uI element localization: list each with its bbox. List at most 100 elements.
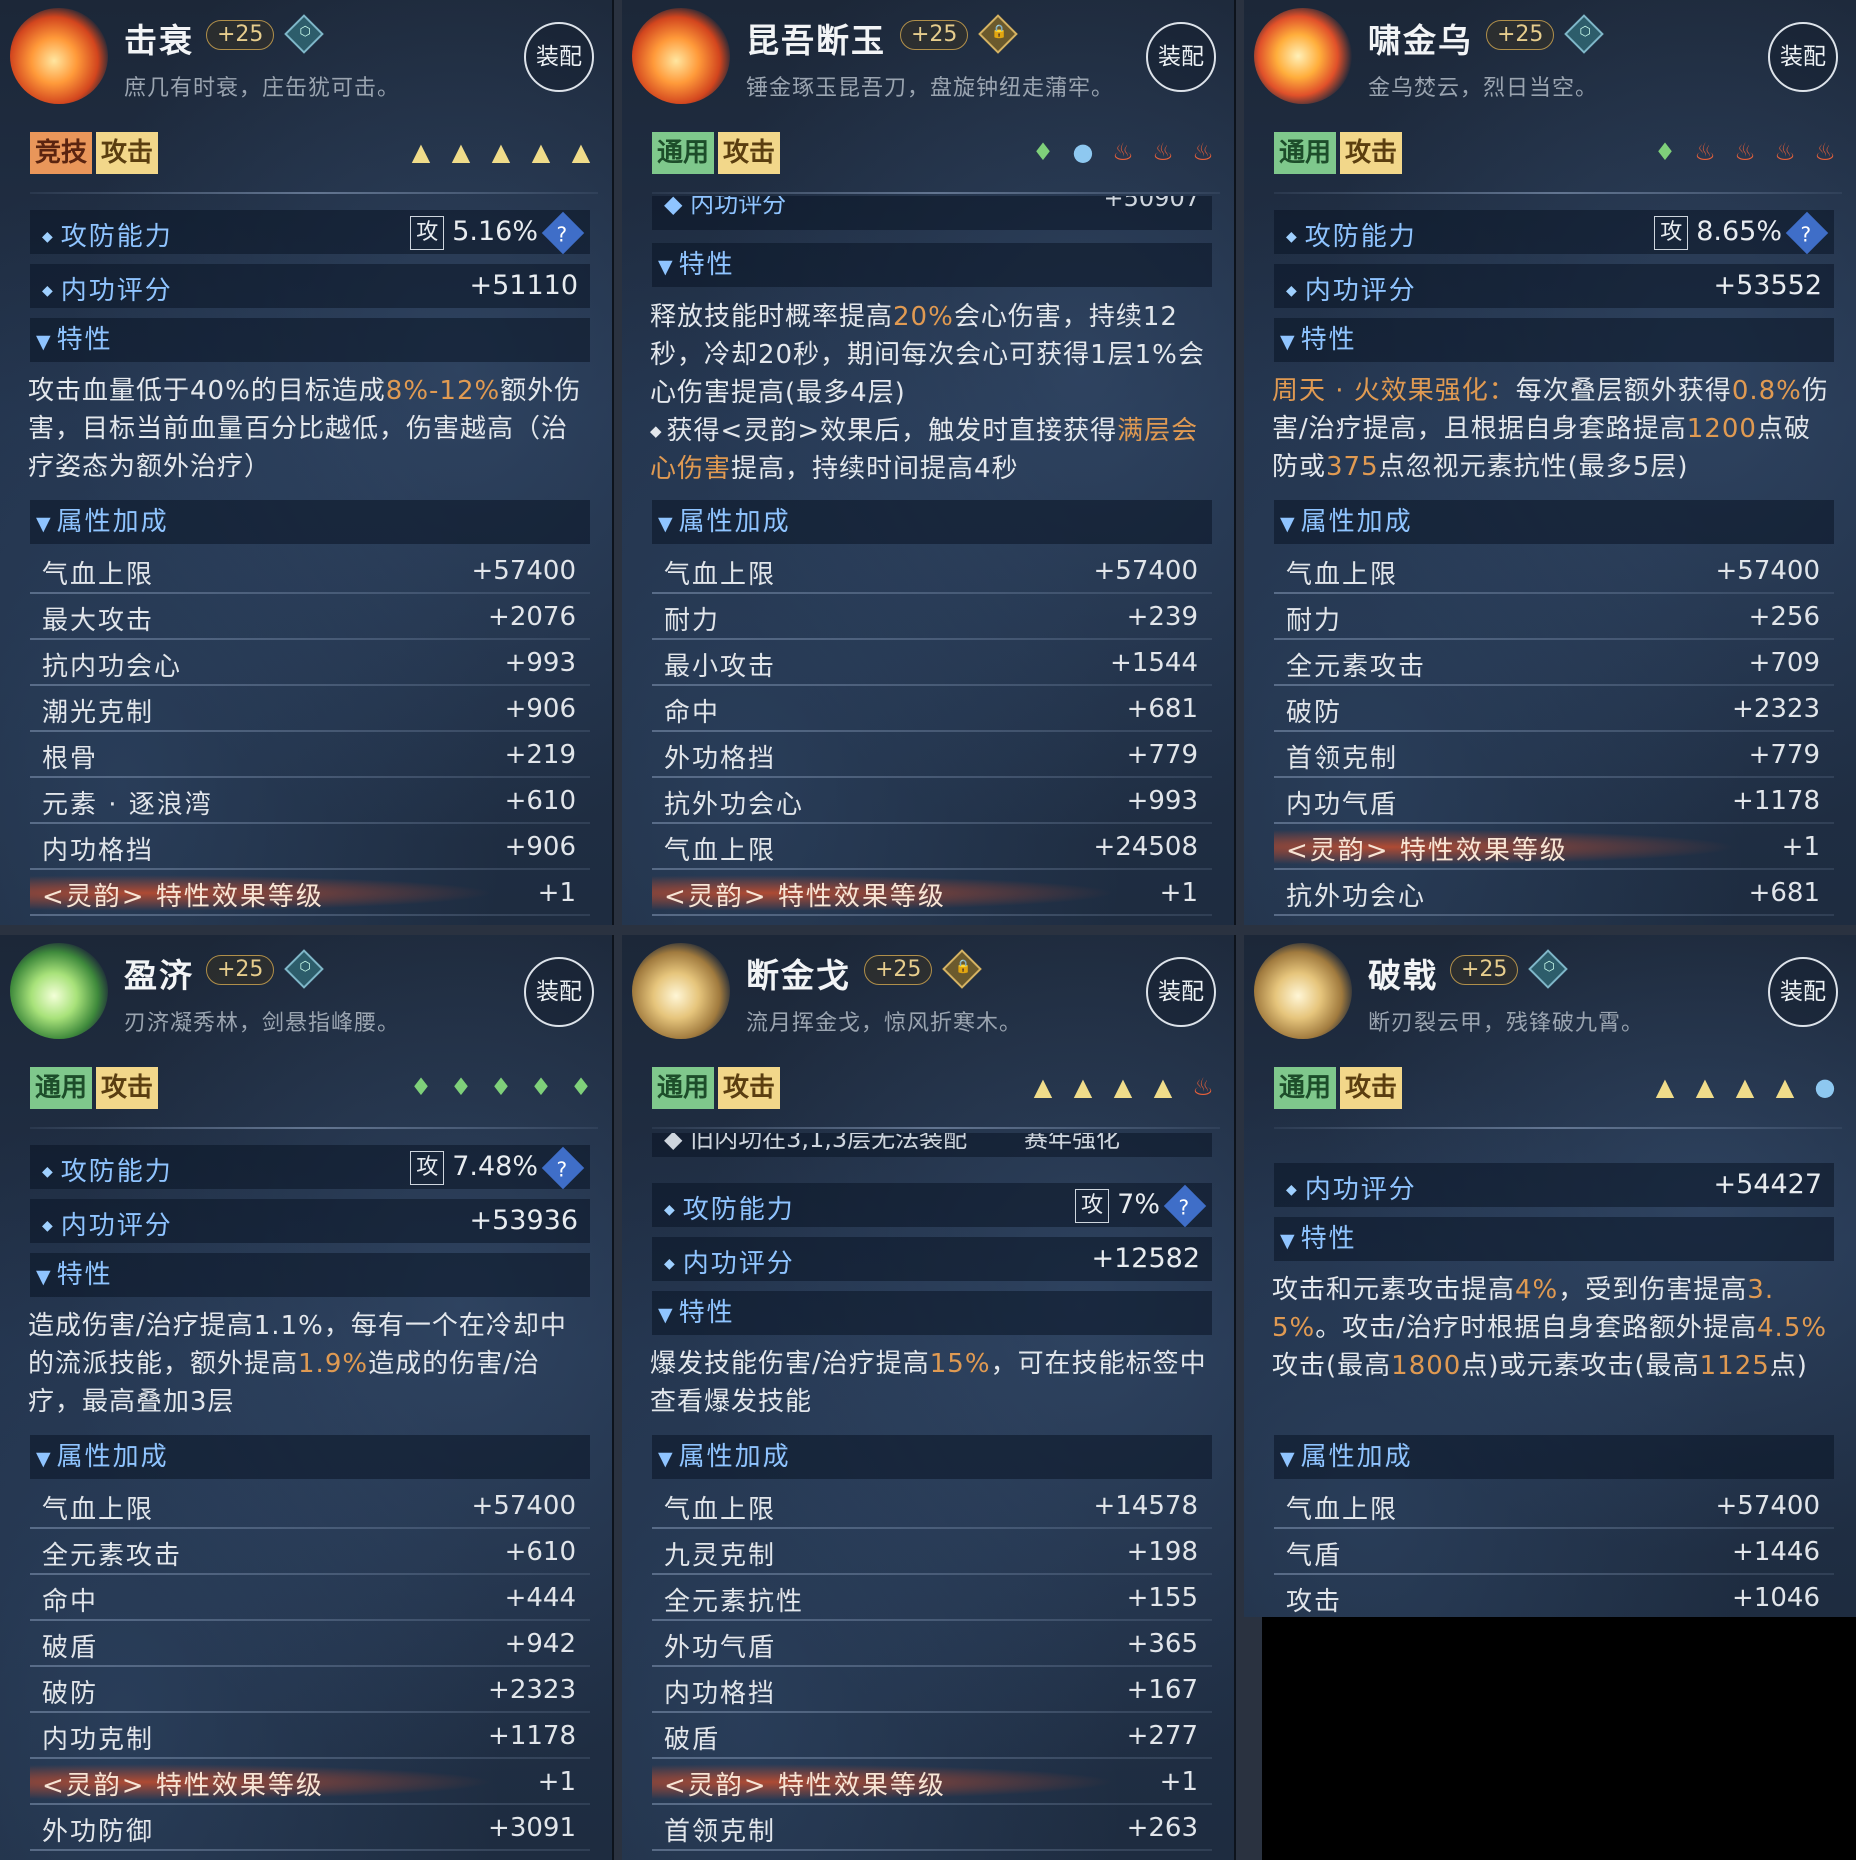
element-slots: ♦ ♨ ♨ ♨ ♨ <box>1654 138 1836 166</box>
element-slots: ▲ ▲ ▲ ▲ ▲ <box>410 138 592 166</box>
fire-slot-icon: ♨ <box>1814 138 1836 166</box>
equip-button[interactable]: 装配 <box>1146 22 1216 92</box>
neigong-card-poji: 破戟 +25 ⬡ 断刃裂云甲，残锋破九霄。 装配 通用 攻击 ▲ ▲ ▲ ▲ ●… <box>1244 935 1856 1617</box>
card-motto: 庶几有时衰，庄缶犹可击。 <box>124 76 401 101</box>
metal-slot-icon: ▲ <box>1695 1073 1715 1101</box>
trait-section-toggle[interactable]: 特性 <box>1274 1217 1834 1261</box>
water-slot-icon: ● <box>1814 1073 1836 1101</box>
score-value: +12582 <box>1091 1243 1200 1274</box>
bonus-section-toggle[interactable]: 属性加成 <box>652 500 1212 544</box>
equip-button[interactable]: 装配 <box>1768 957 1838 1027</box>
score-value: +54427 <box>1713 1169 1822 1200</box>
card-name: 断金戈 <box>746 956 851 995</box>
lingyun-stat-row: <灵韵> 特性效果等级 +1 <box>30 870 590 916</box>
trait-section-toggle[interactable]: 特性 <box>1274 318 1834 362</box>
neigong-card-xiaojinwu: 啸金乌 +25 ⬡ 金乌焚云，烈日当空。 装配 通用 攻击 ♦ ♨ ♨ ♨ ♨ … <box>1244 0 1856 925</box>
tag-list: 竞技 攻击 <box>30 132 159 174</box>
bonus-section-toggle[interactable]: 属性加成 <box>1274 500 1834 544</box>
trait-section-toggle[interactable]: 特性 <box>30 318 590 362</box>
equip-button[interactable]: 装配 <box>524 22 594 92</box>
metal-slot-icon: ▲ <box>531 138 551 166</box>
attack-defense-row: 攻防能力 攻7%? <box>652 1183 1212 1228</box>
bonus-section-toggle[interactable]: 属性加成 <box>30 500 590 544</box>
tag-attack: 攻击 <box>96 1067 159 1109</box>
enhance-badge: +25 <box>206 955 275 985</box>
attack-defense-row: 攻防能力 攻8.65%? <box>1274 210 1834 255</box>
attack-defense-row: 攻防能力 攻7.48%? <box>30 1145 590 1190</box>
stat-row: 气血上限 +57400 <box>30 1483 590 1529</box>
score-row: 内功评分 +54427 <box>1274 1163 1834 1207</box>
trait-section-toggle[interactable]: 特性 <box>30 1253 590 1297</box>
equip-button[interactable]: 装配 <box>1768 22 1838 92</box>
element-slots: ♦ ♦ ♦ ♦ ♦ <box>410 1073 592 1101</box>
stat-row: 破盾 +942 <box>30 1621 590 1667</box>
bonus-section-toggle[interactable]: 属性加成 <box>652 1435 1212 1479</box>
tag-attack: 攻击 <box>718 1067 781 1109</box>
attack-box: 攻 <box>1075 1189 1110 1223</box>
metal-slot-icon: ▲ <box>1113 1073 1133 1101</box>
score-label: 内功评分 <box>1286 270 1417 307</box>
card-header: 啸金乌 +25 ⬡ 金乌焚云，烈日当空。 装配 <box>1244 0 1856 108</box>
attack-defense-label: 攻防能力 <box>1286 216 1417 253</box>
help-icon[interactable]: ? <box>1163 1184 1207 1228</box>
help-icon[interactable]: ? <box>541 1146 585 1190</box>
tag-list: 通用 攻击 <box>1274 1067 1403 1109</box>
card-header: 昆吾断玉 +25 🔒 锤金琢玉昆吾刀，盘旋钟纽走蒲牢。 装配 <box>622 0 1234 108</box>
trait-description: 攻击血量低于40%的目标造成8%-12%额外伤害，目标当前血量百分比越低，伤害越… <box>28 376 582 482</box>
card-motto: 金乌焚云，烈日当空。 <box>1368 76 1599 101</box>
trait-section-toggle[interactable]: 特性 <box>652 1291 1212 1335</box>
stat-row: 外功格挡 +779 <box>652 732 1212 778</box>
tag-list: 通用 攻击 <box>652 1067 781 1109</box>
score-value: +53552 <box>1713 270 1822 301</box>
enhance-badge: +25 <box>1486 20 1555 50</box>
stat-row: 气血上限 +24508 <box>652 824 1212 870</box>
metal-slot-icon: ▲ <box>1033 1073 1053 1101</box>
stat-row: 最小攻击 +1544 <box>652 640 1212 686</box>
gem-icon: ⬡ <box>284 14 324 54</box>
divider <box>1274 192 1842 194</box>
enhance-badge: +25 <box>206 20 275 50</box>
neigong-card-jishuai: 击衰 +25 ⬡ 庶几有时衰，庄缶犹可击。 装配 竞技 攻击 ▲ ▲ ▲ ▲ ▲… <box>0 0 614 925</box>
score-row: 内功评分 +53552 <box>1274 264 1834 308</box>
trait-section-toggle[interactable]: 特性 <box>652 243 1212 287</box>
tag-attack: 攻击 <box>718 132 781 174</box>
card-motto: 刃济凝秀林，剑悬指峰腰。 <box>124 1011 401 1036</box>
trait-description: 攻击和元素攻击提高4%，受到伤害提高3.5%。攻击/治疗时根据自身套路额外提高4… <box>1272 1275 1828 1381</box>
stat-row: 破防 +2323 <box>1274 686 1834 732</box>
score-value: +53936 <box>469 1205 578 1236</box>
equip-button[interactable]: 装配 <box>524 957 594 1027</box>
metal-slot-icon: ▲ <box>1775 1073 1795 1101</box>
bonus-section-toggle[interactable]: 属性加成 <box>30 1435 590 1479</box>
help-icon[interactable]: ? <box>541 211 585 255</box>
card-name: 啸金乌 <box>1368 21 1473 60</box>
flame-sword-icon <box>632 8 730 104</box>
card-header: 击衰 +25 ⬡ 庶几有时衰，庄缶犹可击。 装配 <box>0 0 612 108</box>
card-header: 破戟 +25 ⬡ 断刃裂云甲，残锋破九霄。 装配 <box>1244 935 1856 1043</box>
help-icon[interactable]: ? <box>1785 211 1829 255</box>
card-header: 断金戈 +25 🔒 流月挥金戈，惊风折寒木。 装配 <box>622 935 1234 1043</box>
stat-row: 外功防御 +3091 <box>30 1805 590 1851</box>
fire-slot-icon: ♨ <box>1694 138 1716 166</box>
divider <box>1274 1127 1842 1129</box>
trait-description: 释放技能时概率提高20%会心伤害，持续12秒，冷却20秒，期间每次会心可获得1层… <box>650 298 1212 488</box>
equip-button[interactable]: 装配 <box>1146 957 1216 1027</box>
tag-attack: 攻击 <box>96 132 159 174</box>
bonus-section-toggle[interactable]: 属性加成 <box>1274 1435 1834 1479</box>
stat-row: 内功克制 +1178 <box>30 1713 590 1759</box>
stat-row: 气血上限 +57400 <box>1274 548 1834 594</box>
lingyun-stat-row: <灵韵> 特性效果等级 +1 <box>1274 824 1834 870</box>
green-aura-icon <box>10 943 108 1039</box>
metal-slot-icon: ▲ <box>411 138 431 166</box>
trait-description: 造成伤害/治疗提高1.1%，每有一个在冷却中的流派技能，额外提高1.9%造成的伤… <box>28 1311 567 1417</box>
attack-defense-value: 攻 8.65%? <box>1654 211 1829 255</box>
gem-icon: ⬡ <box>1528 949 1568 989</box>
stat-row: 气盾 +1446 <box>1274 1529 1834 1575</box>
fire-slot-icon: ♨ <box>1734 138 1756 166</box>
score-label: 内功评分 <box>664 1243 795 1280</box>
stat-row: 内功格挡 +167 <box>652 1667 1212 1713</box>
card-name: 击衰 <box>124 21 194 60</box>
stat-row: 攻击 +1046 <box>1274 1575 1834 1617</box>
fire-slot-icon: ♨ <box>1192 138 1214 166</box>
neigong-card-kunwu: 昆吾断玉 +25 🔒 锤金琢玉昆吾刀，盘旋钟纽走蒲牢。 装配 通用 攻击 ♦ ●… <box>622 0 1236 925</box>
water-slot-icon: ● <box>1072 138 1094 166</box>
